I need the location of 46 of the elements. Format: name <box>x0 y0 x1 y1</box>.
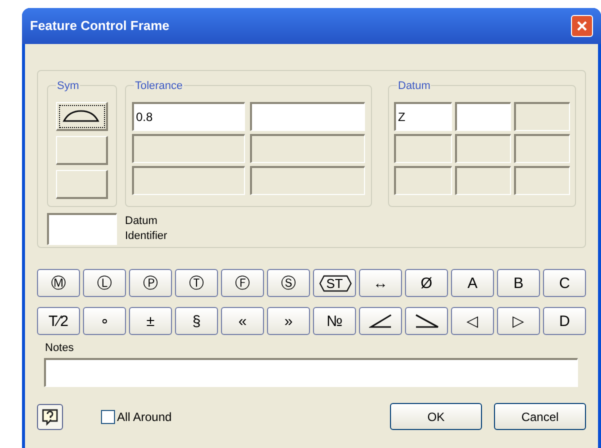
symbol-button[interactable]: Ⓢ <box>267 269 310 297</box>
symbol-button[interactable]: § <box>175 307 218 335</box>
symbol-button[interactable]: Ⓛ <box>83 269 126 297</box>
notes-label: Notes <box>45 341 75 355</box>
symbol-button[interactable]: C <box>543 269 586 297</box>
input-field[interactable] <box>455 102 511 131</box>
symbol-button[interactable]: » <box>267 307 310 335</box>
checkbox-label: All Around <box>117 408 172 426</box>
slope-button[interactable] <box>405 307 448 335</box>
symbol-button[interactable]: Ⓣ <box>175 269 218 297</box>
symbol-button[interactable]: B <box>497 269 540 297</box>
symbol-button[interactable]: ∘ <box>83 307 126 335</box>
surface-profile-icon <box>62 109 100 123</box>
checkbox[interactable] <box>101 410 115 424</box>
angle-icon <box>368 314 392 328</box>
symbol-button[interactable]: Ø <box>405 269 448 297</box>
help-button[interactable] <box>37 404 63 430</box>
notes-field[interactable] <box>44 358 578 387</box>
field-label: Datum Identifier <box>125 214 168 244</box>
dialog-button[interactable]: OK <box>390 403 482 430</box>
input-field[interactable]: 0.8 <box>132 102 245 131</box>
input-field[interactable]: Z <box>394 102 452 131</box>
symbol-button[interactable]: № <box>313 307 356 335</box>
window-title: Feature Control Frame <box>30 17 170 36</box>
symbol-button[interactable]: A <box>451 269 494 297</box>
symbol-button[interactable]: D <box>543 307 586 335</box>
datum-identifier-field[interactable] <box>47 213 117 245</box>
symbol-button[interactable]: ▷ <box>497 307 540 335</box>
dialog-button[interactable]: Cancel <box>494 403 586 430</box>
symbol-button[interactable]: ◁ <box>451 307 494 335</box>
symbol-button[interactable]: Ⓕ <box>221 269 264 297</box>
slope-icon <box>414 314 440 328</box>
symbol-button[interactable]: T⁄2 <box>37 307 80 335</box>
symbol-button[interactable]: ↔ <box>359 269 402 297</box>
close-button[interactable] <box>571 15 593 37</box>
angle-button[interactable] <box>359 307 402 335</box>
help-icon <box>41 408 59 426</box>
close-icon <box>576 20 588 32</box>
input-field[interactable] <box>250 102 365 131</box>
symbol-button[interactable] <box>56 102 108 131</box>
symbol-button[interactable]: Ⓜ <box>37 269 80 297</box>
symbol-button[interactable]: ± <box>129 307 172 335</box>
group-label: Sym <box>56 78 80 94</box>
symbol-button[interactable]: Ⓟ <box>129 269 172 297</box>
symbol-button[interactable]: « <box>221 307 264 335</box>
symbol-button[interactable]: ST <box>313 269 356 297</box>
